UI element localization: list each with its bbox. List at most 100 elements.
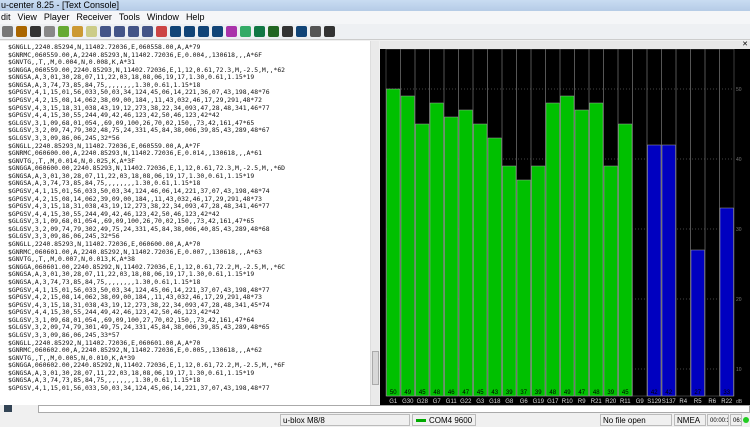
signal-bar <box>458 109 473 397</box>
toolbar-tool-icon[interactable] <box>114 26 125 37</box>
signal-bar <box>647 144 662 397</box>
signal-bar <box>574 109 589 397</box>
bar-value-label: 45 <box>477 390 484 396</box>
status-port: COM4 9600 <box>412 414 476 426</box>
command-input[interactable] <box>38 405 750 413</box>
y-tick-label: 20 <box>736 297 742 303</box>
connection-icon <box>416 419 426 422</box>
console-line: $GPGSV,4,1,15,01,56,033,50,03,34,124,45,… <box>8 384 270 393</box>
signal-bar <box>444 116 459 397</box>
toolbar-tool-icon[interactable] <box>142 26 153 37</box>
status-receiver: u-blox M8/8 <box>280 414 410 426</box>
toolbar-tool-icon[interactable] <box>184 26 195 37</box>
toolbar-tool-icon[interactable] <box>72 26 83 37</box>
signal-strength-chart: 102030405050G149G3045G2848G746G1147G2245… <box>385 49 743 405</box>
status-protocol: NMEA <box>674 414 706 426</box>
toolbar-tool-icon[interactable] <box>296 26 307 37</box>
toolbar-tool-icon[interactable] <box>240 26 251 37</box>
bar-value-label: 50 <box>390 390 397 396</box>
toolbar-tool-icon[interactable] <box>58 26 69 37</box>
menu-item-window[interactable]: Window <box>147 11 185 24</box>
y-tick-label: 10 <box>736 367 742 373</box>
signal-bar <box>516 179 531 397</box>
menu-item-dit[interactable]: dit <box>1 11 17 24</box>
bar-value-label: 39 <box>535 390 542 396</box>
bar-value-label: 42 <box>665 390 672 396</box>
toolbar-tool-icon[interactable] <box>324 26 335 37</box>
toolbar-tool-icon[interactable] <box>212 26 223 37</box>
y-tick-label: 50 <box>736 87 742 93</box>
menu-item-view[interactable]: View <box>18 11 43 24</box>
y-tick-label: 30 <box>736 227 742 233</box>
toolbar-tool-icon[interactable] <box>16 26 27 37</box>
bar-value-label: 46 <box>448 390 455 396</box>
toolbar-tool-icon[interactable] <box>282 26 293 37</box>
command-bar <box>0 405 750 413</box>
bar-column <box>704 49 720 397</box>
bar-value-label: 49 <box>564 390 571 396</box>
menu-item-tools[interactable]: Tools <box>119 11 146 24</box>
bar-value-label: 39 <box>607 390 614 396</box>
menu-item-player[interactable]: Player <box>44 11 76 24</box>
menu-item-receiver[interactable]: Receiver <box>76 11 118 24</box>
status-bar: u-blox M8/8 COM4 9600 No file open NMEA … <box>0 413 750 427</box>
toolbar-tool-icon[interactable] <box>100 26 111 37</box>
toolbar-tool-icon[interactable] <box>44 26 55 37</box>
toolbar-tool-icon[interactable] <box>310 26 321 37</box>
signal-bar <box>531 165 546 397</box>
console-scrollbar[interactable] <box>370 41 379 405</box>
bar-value-label: 49 <box>404 390 411 396</box>
signal-bar <box>487 137 502 397</box>
close-icon[interactable]: ✕ <box>742 41 748 49</box>
bar-value-label: 45 <box>622 390 629 396</box>
bar-value-label: 45 <box>419 390 426 396</box>
toolbar-tool-icon[interactable] <box>268 26 279 37</box>
signal-bar <box>589 102 604 397</box>
send-icon[interactable] <box>4 405 12 412</box>
menu-bar: dit View Player Receiver Tools Window Help <box>0 11 750 24</box>
toolbar-tool-icon[interactable] <box>198 26 209 37</box>
bar-value-label: 47 <box>462 390 469 396</box>
bar-value-label: 48 <box>593 390 600 396</box>
toolbar-tool-icon[interactable] <box>156 26 167 37</box>
toolbar-tool-icon[interactable] <box>128 26 139 37</box>
bar-value-label: 39 <box>506 390 513 396</box>
bar-value-label: 33 <box>723 390 730 396</box>
scrollbar-thumb[interactable] <box>372 351 379 385</box>
bar-column <box>675 49 691 397</box>
bar-value-label: 47 <box>578 390 585 396</box>
signal-bar <box>560 95 575 397</box>
toolbar-tool-icon[interactable] <box>254 26 265 37</box>
signal-bar <box>415 123 430 397</box>
status-led-icon <box>743 417 749 423</box>
text-console[interactable]: $GNGLL,2240.85294,N,11402.72036,E,060558… <box>0 41 370 405</box>
toolbar-tool-icon[interactable] <box>86 26 97 37</box>
toolbar-tool-icon[interactable] <box>170 26 181 37</box>
bar-value-label: 27 <box>694 390 701 396</box>
toolbar-tool-icon[interactable] <box>2 26 13 37</box>
bar-value-label: 48 <box>433 390 440 396</box>
bar-value-label: 48 <box>549 390 556 396</box>
bar-value-label: 42 <box>651 390 658 396</box>
signal-bar <box>502 165 517 397</box>
status-port-label: COM4 9600 <box>429 416 473 425</box>
status-elapsed: 00:00:3 <box>707 414 729 426</box>
signal-bar <box>545 102 560 397</box>
status-time: 06:06:0. <box>730 414 742 426</box>
bar-value-label: 43 <box>491 390 498 396</box>
panel-header: ✕ <box>380 41 750 49</box>
bar-value-label: 37 <box>520 390 527 396</box>
menu-item-help[interactable]: Help <box>186 11 211 24</box>
window-title: u-center 8.25 - [Text Console] <box>0 0 750 11</box>
signal-bar <box>690 249 705 397</box>
y-tick-label: 40 <box>736 157 742 163</box>
status-file: No file open <box>600 414 672 426</box>
signal-panel: ✕ 10 20 30 40 50 50 G1 49 G30 45 G28 48 G7 46 G11 47 G22… <box>380 41 750 405</box>
signal-bar <box>618 123 633 397</box>
toolbar <box>0 24 750 40</box>
signal-bar <box>719 207 734 397</box>
toolbar-tool-icon[interactable] <box>226 26 237 37</box>
signal-bar <box>400 95 415 397</box>
toolbar-tool-icon[interactable] <box>30 26 41 37</box>
signal-bar <box>603 165 618 397</box>
